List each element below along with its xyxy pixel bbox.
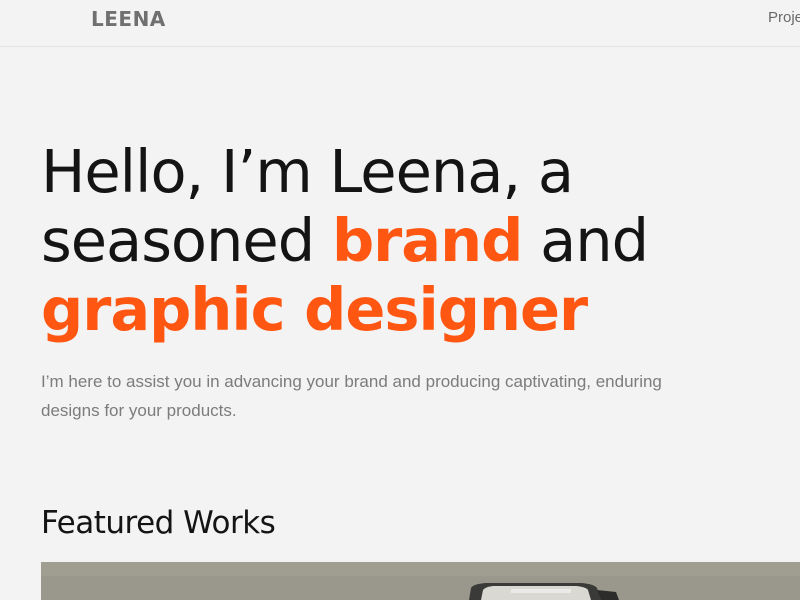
hero-subtitle: I’m here to assist you in advancing your… (41, 372, 662, 420)
nav-link-projects[interactable]: Proje (768, 9, 800, 26)
hero-heading: Hello, I’m Leena, a seasoned brand and g… (41, 137, 649, 344)
featured-works-heading: Featured Works (41, 505, 276, 541)
top-navigation-bar: LEENA Proje (0, 0, 800, 47)
featured-work-image (41, 562, 800, 600)
featured-work-card[interactable] (41, 562, 800, 600)
hero-line-2-suffix: and (522, 206, 649, 275)
hero-line-2: seasoned brand and (41, 206, 649, 275)
hero-line-1: Hello, I’m Leena, a (41, 137, 574, 206)
hero-accent-brand: brand (331, 206, 523, 275)
site-logo[interactable]: LEENA (91, 7, 166, 31)
hero-accent-graphic-designer: graphic designer (41, 275, 588, 344)
hero-line-2-prefix: seasoned (41, 206, 332, 275)
